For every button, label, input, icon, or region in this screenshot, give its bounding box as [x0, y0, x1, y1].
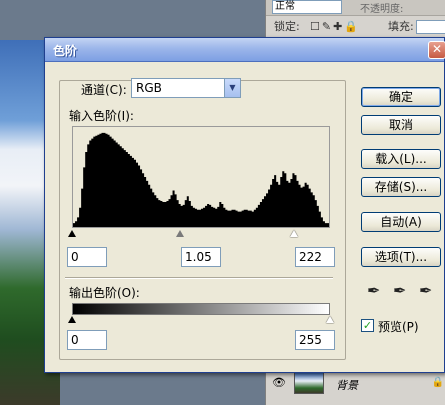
lock-icons[interactable]: ☐✎✚🔒	[310, 17, 360, 37]
channel-label: 通道(C):	[81, 83, 127, 97]
layer-thumbnail	[294, 372, 324, 394]
close-button[interactable]: ✕	[428, 41, 445, 59]
cancel-button[interactable]: 取消	[361, 115, 441, 135]
output-black-field[interactable]: 0	[67, 330, 107, 350]
lock-row: 锁定: ☐✎✚🔒 填充:	[266, 17, 445, 37]
output-black-point-handle[interactable]	[68, 316, 76, 323]
histogram	[72, 126, 330, 228]
dialog-title: 色阶	[53, 44, 78, 58]
load-button[interactable]: 载入(L)...	[361, 149, 441, 169]
input-gamma-handle[interactable]	[176, 230, 184, 237]
black-eyedropper-icon[interactable]: ✒	[367, 283, 380, 299]
opacity-label: 不透明度:	[360, 4, 404, 15]
eye-icon[interactable]: 👁	[272, 376, 286, 389]
output-levels-label: 输出色阶(O):	[69, 286, 140, 300]
input-white-field[interactable]: 222	[295, 247, 335, 267]
options-button[interactable]: 选项(T)...	[361, 247, 441, 267]
output-white-point-handle[interactable]	[326, 316, 334, 323]
preview-label: 预览(P)	[378, 320, 419, 334]
separator	[65, 277, 333, 279]
input-levels-slider[interactable]	[68, 230, 330, 238]
input-levels-label: 输入色阶(I):	[69, 109, 134, 123]
fill-input[interactable]	[416, 20, 445, 34]
input-black-point-handle[interactable]	[68, 230, 76, 237]
histogram-shape	[73, 132, 329, 227]
blend-mode-select[interactable]: 正常	[272, 0, 342, 14]
channel-select-value: RGB	[136, 81, 162, 95]
layers-panel-options: 正常 不透明度:	[266, 0, 445, 16]
fill-label: 填充:	[388, 20, 414, 33]
save-button[interactable]: 存储(S)...	[361, 177, 441, 197]
channel-select[interactable]: RGB ▼	[131, 78, 241, 98]
input-white-point-handle[interactable]	[290, 230, 298, 237]
chevron-down-icon[interactable]: ▼	[224, 79, 240, 97]
auto-button[interactable]: 自动(A)	[361, 212, 441, 232]
output-white-field[interactable]: 255	[295, 330, 335, 350]
preview-checkbox[interactable]: ✓	[361, 319, 374, 332]
lock-icon: 🔒	[431, 377, 444, 388]
input-black-field[interactable]: 0	[67, 247, 107, 267]
levels-dialog: 色阶 ✕ 通道(C): RGB ▼ 输入色阶(I): 0 1.05 222 输出…	[44, 37, 445, 373]
white-eyedropper-icon[interactable]: ✒	[419, 283, 432, 299]
dialog-titlebar[interactable]: 色阶 ✕	[45, 38, 445, 62]
layer-name: 背景	[336, 379, 358, 392]
output-gradient-bar	[72, 303, 330, 315]
lock-label: 锁定:	[274, 20, 300, 33]
output-levels-slider[interactable]	[68, 316, 334, 324]
close-icon: ✕	[431, 42, 443, 56]
input-gamma-field[interactable]: 1.05	[181, 247, 221, 267]
ok-button[interactable]: 确定	[361, 87, 441, 107]
gray-eyedropper-icon[interactable]: ✒	[393, 283, 406, 299]
